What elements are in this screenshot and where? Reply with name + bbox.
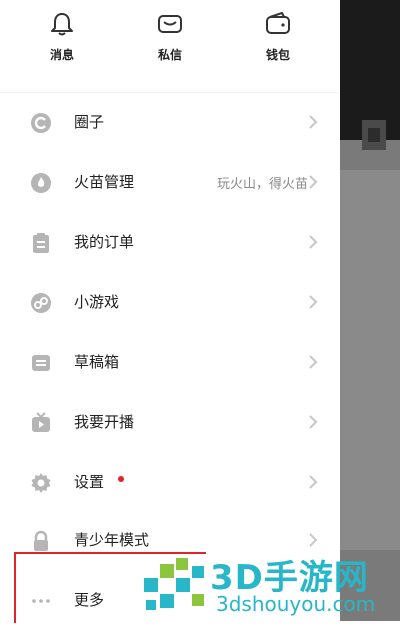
watermark: 3D手游网 3dshouyou.com [140, 548, 400, 621]
menu-item-mini-games[interactable]: 小游戏 [0, 276, 340, 328]
shortcut-wallet[interactable]: 钱包 [248, 10, 308, 63]
menu-item-label: 设置 [74, 473, 105, 491]
menu-item-drafts[interactable]: 草稿箱 [0, 336, 340, 388]
watermark-logo-icon [144, 558, 204, 610]
menu-item-go-live[interactable]: 我要开播 [0, 396, 340, 448]
circle-c-icon [31, 113, 51, 133]
shortcut-label: 钱包 [265, 48, 290, 62]
background-dark-region [340, 0, 400, 140]
chevron-right-icon [309, 355, 318, 369]
draft-box-icon [32, 355, 50, 371]
game-icon [31, 293, 51, 313]
chevron-right-icon [309, 235, 318, 249]
menu-item-flame-management[interactable]: 火苗管理 玩火山，得火苗 [0, 156, 340, 208]
background-video-area [340, 0, 400, 621]
menu-item-circle[interactable]: 圈子 [0, 96, 340, 148]
chevron-right-icon [309, 115, 318, 129]
menu-item-hint: 玩火山，得火苗 [216, 177, 308, 192]
chevron-right-icon [309, 533, 318, 547]
watermark-url: 3dshouyou.com [216, 592, 376, 616]
chevron-right-icon [309, 295, 318, 309]
menu-item-label: 圈子 [74, 113, 105, 131]
shortcut-private-messages[interactable]: 私信 [140, 10, 200, 63]
background-gray-region [340, 170, 400, 550]
menu-item-label: 小游戏 [74, 293, 120, 311]
shortcut-label: 消息 [49, 48, 74, 62]
chevron-right-icon [309, 175, 318, 189]
blurred-content-inner [368, 128, 380, 142]
envelope-icon [158, 15, 182, 33]
menu-item-label: 火苗管理 [74, 173, 135, 191]
menu-item-label: 我的订单 [74, 233, 135, 251]
chevron-right-icon [309, 415, 318, 429]
bell-icon [51, 13, 73, 36]
menu-item-label: 草稿箱 [74, 353, 120, 371]
top-shortcut-row: 消息 私信 钱包 [0, 0, 340, 80]
shortcut-label: 私信 [157, 48, 182, 62]
side-drawer: 消息 私信 钱包 圈子 火苗管理 玩火山，得火苗 我的订单 小游戏 草稿箱 我要… [0, 0, 340, 623]
gear-icon [31, 473, 51, 493]
shortcut-messages[interactable]: 消息 [32, 10, 92, 63]
flame-icon [31, 173, 51, 193]
clipboard-icon [33, 233, 49, 253]
live-tv-icon [32, 412, 50, 432]
menu-item-settings[interactable]: 设置 [0, 456, 340, 508]
menu-item-label: 我要开播 [74, 413, 135, 431]
menu-item-label: 青少年模式 [74, 531, 150, 549]
lock-icon [34, 530, 48, 551]
chevron-right-icon [309, 475, 318, 489]
divider [0, 92, 340, 93]
menu-item-my-orders[interactable]: 我的订单 [0, 216, 340, 268]
red-dot-badge [118, 476, 124, 482]
wallet-icon [266, 12, 290, 34]
